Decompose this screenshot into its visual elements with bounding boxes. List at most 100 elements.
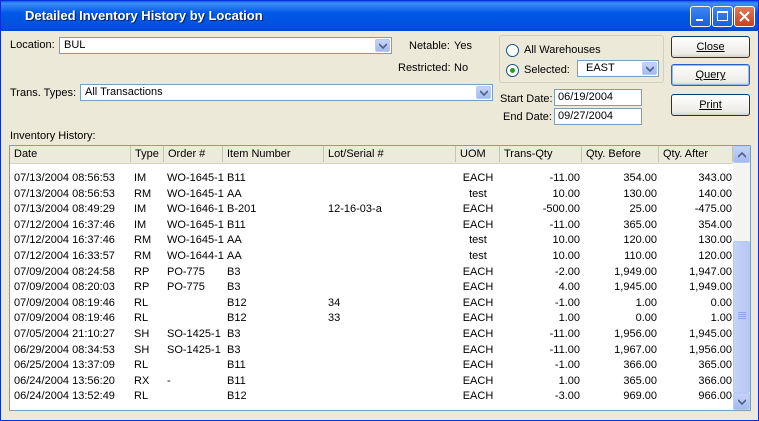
cell-item-number: B12 <box>227 390 247 403</box>
column-header-uom[interactable]: UOM <box>456 146 500 162</box>
table-row[interactable]: 07/09/2004 08:24:58 RP PO-775 B3 EACH -2.00 1,… <box>10 265 733 280</box>
radio-selected-dot <box>510 68 515 73</box>
dropdown-button[interactable] <box>642 62 657 75</box>
selected-warehouse-label[interactable]: Selected: <box>524 64 570 76</box>
cell-trans-qty: -11.00 <box>549 218 580 231</box>
table-row[interactable]: 07/09/2004 08:19:46 RL B12 34 EACH -1.00 1.00 0… <box>10 296 733 311</box>
all-warehouses-radio[interactable] <box>506 44 519 57</box>
minimize-button[interactable] <box>690 6 711 27</box>
cell-type: IM <box>134 203 147 216</box>
table-row[interactable]: 07/09/2004 08:19:46 RL B12 33 EACH 1.00 0.00 1.… <box>10 311 733 326</box>
column-header-trans-qty[interactable]: Trans-Qty <box>500 146 582 162</box>
cell-uom: EACH <box>462 172 494 184</box>
cell-qty-after: 1,947.00 <box>689 265 732 278</box>
cell-date: 07/12/2004 16:37:46 <box>14 218 115 231</box>
cell-type: RM <box>134 187 152 200</box>
cell-qty-after: 1,949.00 <box>689 281 732 294</box>
location-dropdown[interactable]: BUL <box>59 37 392 54</box>
scroll-down-button[interactable] <box>733 393 750 410</box>
restricted-value: No <box>454 62 469 74</box>
cell-qty-before: 1,945.00 <box>614 281 657 294</box>
close-button[interactable]: Close <box>671 36 750 58</box>
cell-lot-serial <box>328 187 454 202</box>
table-row[interactable]: 07/13/2004 08:56:53 RM WO-1645-1 AA test 10.0… <box>10 187 733 202</box>
dropdown-button[interactable] <box>476 86 491 99</box>
cell-order: WO-1646-1 <box>167 203 224 216</box>
cell-type: RL <box>134 390 149 403</box>
scroll-up-icon <box>738 152 746 158</box>
cell-uom: test <box>469 250 487 262</box>
table-row[interactable]: 07/13/2004 08:49:29 IM WO-1646-1 B-201 12-16… <box>10 202 733 217</box>
scroll-down-icon <box>738 399 746 405</box>
trans-types-label: Trans. Types: <box>10 87 77 99</box>
cell-lot-serial <box>328 249 454 264</box>
table-row[interactable]: 07/12/2004 16:33:57 RM WO-1644-1 AA test 10.0… <box>10 249 733 264</box>
cell-item-number: B12 <box>227 312 247 325</box>
column-header-order[interactable]: Order # <box>164 146 223 162</box>
cell-qty-after: 0.00 <box>710 296 732 309</box>
cell-qty-before: 365.00 <box>623 374 657 387</box>
selected-warehouse-radio[interactable] <box>506 64 519 77</box>
column-header-qty-before[interactable]: Qty. Before <box>582 146 659 162</box>
cell-item-number: AA <box>227 250 242 262</box>
table-row[interactable]: 06/29/2004 08:34:53 SH SO-1425-1 B3 EACH -11.… <box>10 343 733 358</box>
cell-uom: EACH <box>462 374 494 387</box>
cell-type: RX <box>134 374 150 387</box>
table-row[interactable]: 07/13/2004 08:56:53 IM WO-1645-1 B11 EACH -11… <box>10 171 733 186</box>
cell-qty-before: 130.00 <box>623 187 657 200</box>
inventory-history-list[interactable]: Date Type Order # Item Number Lot/Serial… <box>9 145 751 411</box>
cell-type: RM <box>134 234 152 247</box>
cell-type: SH <box>134 343 150 356</box>
table-row[interactable]: 07/09/2004 08:20:03 RP PO-775 B3 EACH 4.00 1,9… <box>10 280 733 295</box>
cell-qty-after: -475.00 <box>694 203 732 216</box>
table-row[interactable]: 07/05/2004 21:10:27 SH SO-1425-1 B3 EACH -11.… <box>10 327 733 342</box>
column-header-lot-serial[interactable]: Lot/Serial # <box>324 146 456 162</box>
chevron-down-icon <box>646 66 654 72</box>
cell-lot-serial <box>328 171 454 186</box>
scroll-up-button[interactable] <box>733 146 750 163</box>
query-button[interactable]: Query <box>671 64 750 86</box>
close-window-button[interactable] <box>734 6 755 27</box>
end-date-label: End Date: <box>503 111 552 123</box>
start-date-field[interactable]: 06/19/2004 <box>554 89 642 106</box>
title-bar[interactable]: Detailed Inventory History by Location <box>1 1 758 31</box>
cell-date: 07/13/2004 08:56:53 <box>14 172 115 184</box>
warehouse-dropdown[interactable]: EAST <box>577 60 659 77</box>
column-header-qty-after[interactable]: Qty. After <box>659 146 733 162</box>
cell-item-number: B3 <box>227 328 241 340</box>
cell-qty-before: 354.00 <box>623 172 657 184</box>
column-header-type[interactable]: Type <box>131 146 164 162</box>
print-button[interactable]: Print <box>671 94 750 116</box>
cell-qty-after: 354.00 <box>698 218 732 231</box>
cell-qty-after: 1,945.00 <box>689 328 732 340</box>
table-row[interactable]: 07/12/2004 16:37:46 IM WO-1645-1 B11 EACH -11… <box>10 218 733 233</box>
cell-type: IM <box>134 218 147 231</box>
cell-uom: EACH <box>462 296 494 309</box>
dropdown-button[interactable] <box>375 39 390 52</box>
cell-type: RP <box>134 281 150 294</box>
cell-item-number: B11 <box>227 359 246 372</box>
start-date-value: 06/19/2004 <box>558 91 614 103</box>
cell-date: 06/29/2004 08:34:53 <box>14 343 115 356</box>
cell-date: 06/24/2004 13:56:20 <box>14 374 115 387</box>
list-header: Date Type Order # Item Number Lot/Serial… <box>10 146 733 164</box>
column-header-date[interactable]: Date <box>10 146 131 162</box>
cell-uom: EACH <box>462 312 494 325</box>
cell-lot-serial <box>328 218 454 233</box>
cell-order: SO-1425-1 <box>167 343 221 356</box>
cell-item-number: B11 <box>227 172 246 184</box>
table-row[interactable]: 06/24/2004 13:56:20 RX - B11 EACH 1.00 365.00 3… <box>10 374 733 389</box>
trans-types-dropdown[interactable]: All Transactions <box>80 84 493 101</box>
vertical-scrollbar[interactable] <box>733 146 750 410</box>
start-date-label: Start Date: <box>500 93 553 105</box>
table-row[interactable]: 06/24/2004 13:52:49 RL B12 EACH -3.00 969.00 9… <box>10 389 733 404</box>
end-date-field[interactable]: 09/27/2004 <box>554 108 642 125</box>
maximize-button[interactable] <box>712 6 733 27</box>
scrollbar-thumb[interactable] <box>733 241 750 393</box>
table-row[interactable]: 07/12/2004 16:37:46 RM WO-1645-1 AA test 10.0… <box>10 233 733 248</box>
all-warehouses-label[interactable]: All Warehouses <box>524 44 601 56</box>
column-header-item-number[interactable]: Item Number <box>223 146 324 162</box>
cell-trans-qty: -11.00 <box>549 328 580 340</box>
table-row[interactable]: 06/25/2004 13:37:09 RL B11 EACH -1.00 366.00 3… <box>10 358 733 373</box>
cell-trans-qty: 1.00 <box>558 374 580 387</box>
